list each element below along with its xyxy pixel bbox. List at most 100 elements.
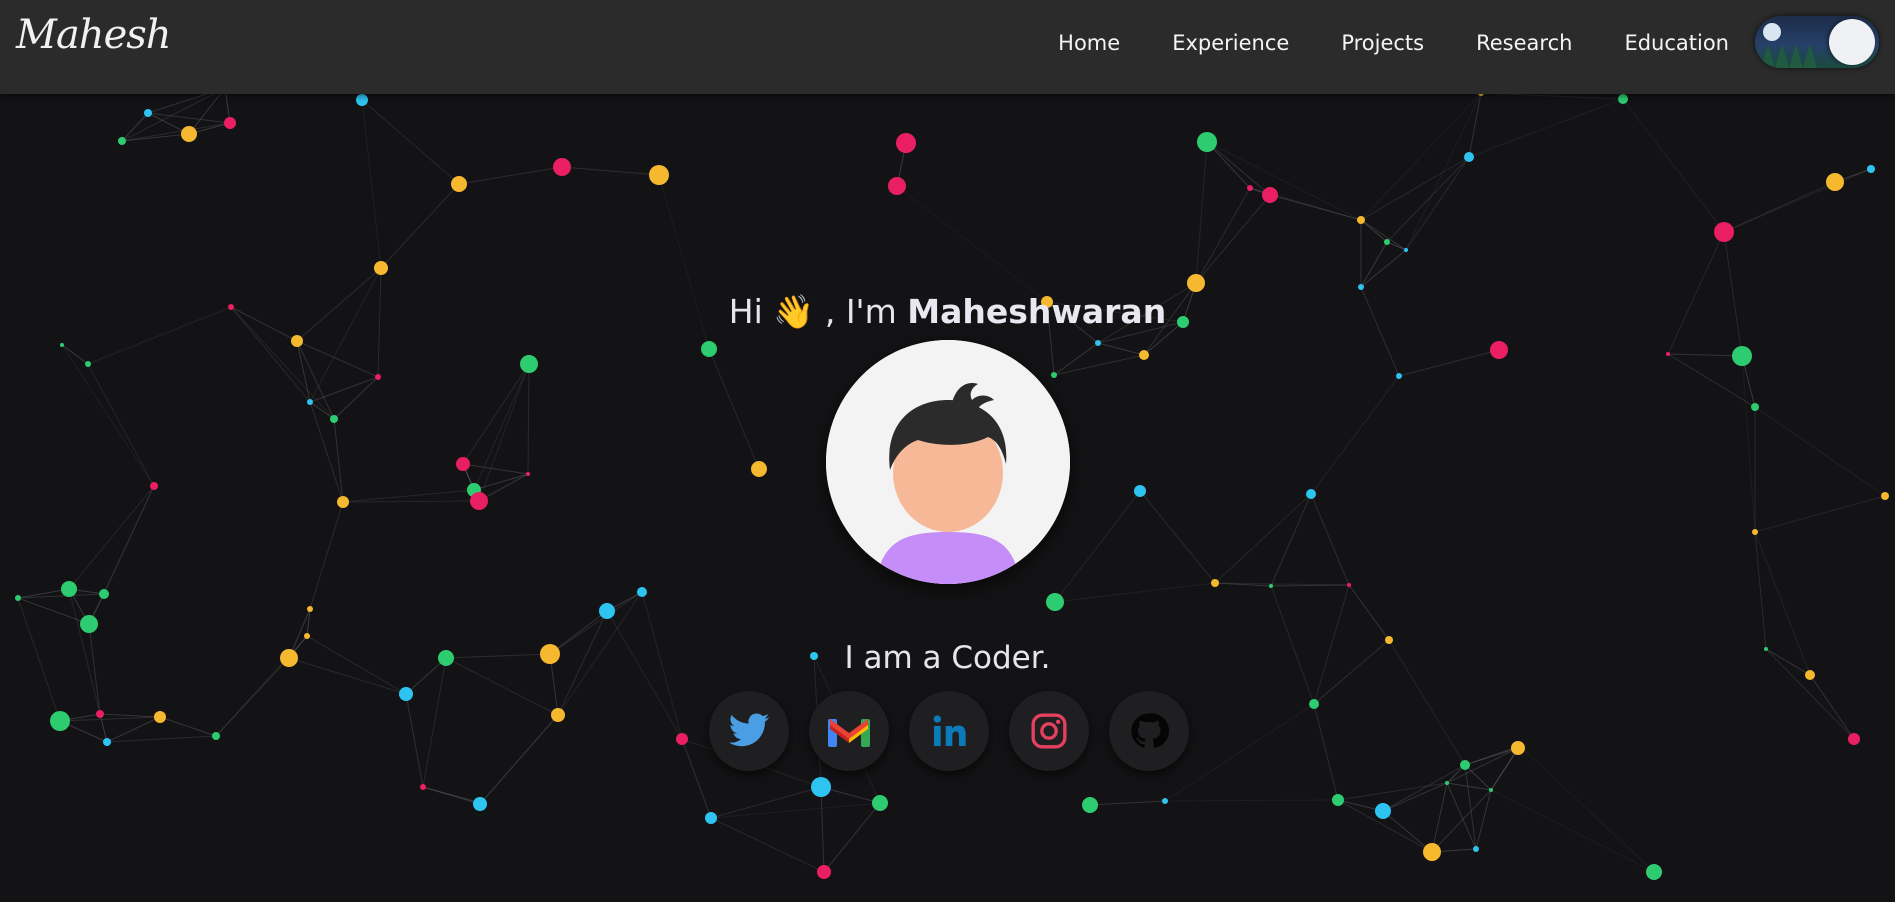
network-link (1468, 98, 1624, 158)
network-node (1187, 274, 1205, 292)
network-node (896, 133, 916, 153)
network-node (599, 603, 615, 619)
network-link (527, 363, 530, 475)
network-link (1360, 249, 1407, 288)
network-link (68, 485, 155, 590)
network-link (1754, 406, 1886, 497)
network-link (1206, 141, 1271, 196)
nav-education-link[interactable]: Education (1624, 31, 1729, 55)
network-node (1714, 222, 1734, 242)
network-node (1358, 284, 1364, 290)
network-link (1214, 493, 1312, 584)
network-node (637, 587, 647, 597)
instagram-link[interactable] (1009, 691, 1089, 771)
network-link (561, 166, 660, 176)
network-link (121, 122, 231, 142)
network-node (520, 355, 538, 373)
network-link (1337, 782, 1448, 801)
nav-home-link[interactable]: Home (1058, 31, 1120, 55)
network-node (375, 374, 381, 380)
network-link (361, 99, 382, 269)
network-link (309, 267, 382, 403)
social-links (709, 691, 1189, 771)
network-node (1082, 797, 1098, 813)
network-node (1046, 593, 1064, 611)
nav-experience-link[interactable]: Experience (1172, 31, 1289, 55)
network-node (1051, 372, 1057, 378)
linkedin-link[interactable] (909, 691, 989, 771)
github-link[interactable] (1109, 691, 1189, 771)
network-node (473, 797, 487, 811)
network-link (159, 716, 217, 737)
tree-icon (1789, 44, 1803, 68)
network-node (1518, 744, 1522, 748)
network-node (1197, 132, 1217, 152)
tree-icon (1803, 44, 1817, 68)
network-link (88, 485, 155, 625)
network-link (1310, 493, 1350, 586)
network-node (356, 94, 368, 106)
nav-projects-link[interactable]: Projects (1341, 31, 1424, 55)
network-node (374, 261, 388, 275)
network-node (420, 784, 426, 790)
network-node (553, 158, 571, 176)
network-link (1195, 141, 1208, 284)
network-link (1754, 495, 1886, 533)
navbar: Mahesh Home Experience Projects Research… (0, 0, 1895, 94)
avatar (826, 340, 1070, 584)
theme-toggle[interactable] (1755, 16, 1879, 68)
network-node (99, 589, 109, 599)
twitter-icon (728, 713, 770, 747)
network-link (1360, 92, 1482, 221)
network-node (1357, 216, 1365, 224)
network-node (399, 687, 413, 701)
network-node (1618, 94, 1628, 104)
hero-tagline: I am a Coder. (844, 640, 1051, 676)
network-link (1475, 789, 1492, 850)
network-node (1848, 733, 1860, 745)
network-link (458, 166, 563, 185)
network-link (1360, 219, 1407, 251)
twitter-link[interactable] (709, 691, 789, 771)
network-node (1347, 583, 1351, 587)
network-node (1489, 788, 1493, 792)
nav-research-link[interactable]: Research (1476, 31, 1572, 55)
network-link (1382, 782, 1448, 812)
hero-name: Maheshwaran (907, 292, 1167, 331)
network-node (307, 399, 313, 405)
gmail-link[interactable] (809, 691, 889, 771)
network-link (405, 693, 424, 788)
network-link (1386, 156, 1470, 243)
network-link (478, 363, 530, 502)
wave-emoji: 👋 (773, 292, 815, 331)
network-node (1826, 173, 1844, 191)
network-node (811, 777, 831, 797)
moon-icon (1763, 23, 1781, 41)
network-link (1360, 219, 1388, 243)
network-link (1313, 703, 1339, 801)
network-node (212, 732, 220, 740)
network-node (50, 711, 70, 731)
toggle-knob[interactable] (1829, 19, 1875, 65)
network-node (15, 595, 21, 601)
network-link (1206, 141, 1362, 221)
network-node (676, 733, 688, 745)
network-node (291, 335, 303, 347)
network-link (1360, 241, 1388, 288)
network-link (1667, 353, 1743, 357)
network-node (1095, 340, 1101, 346)
network-node (1460, 760, 1470, 770)
network-node (1396, 373, 1402, 379)
network-link (473, 473, 529, 491)
network-link (1348, 584, 1390, 641)
network-link (296, 340, 379, 378)
network-node (705, 812, 717, 824)
avatar-icon (826, 340, 1070, 584)
brand-logo[interactable]: Mahesh (16, 12, 172, 58)
network-node (61, 581, 77, 597)
network-link (121, 87, 226, 142)
network-node (224, 117, 236, 129)
network-node (1490, 341, 1508, 359)
network-node (451, 176, 467, 192)
network-node (1464, 152, 1474, 162)
